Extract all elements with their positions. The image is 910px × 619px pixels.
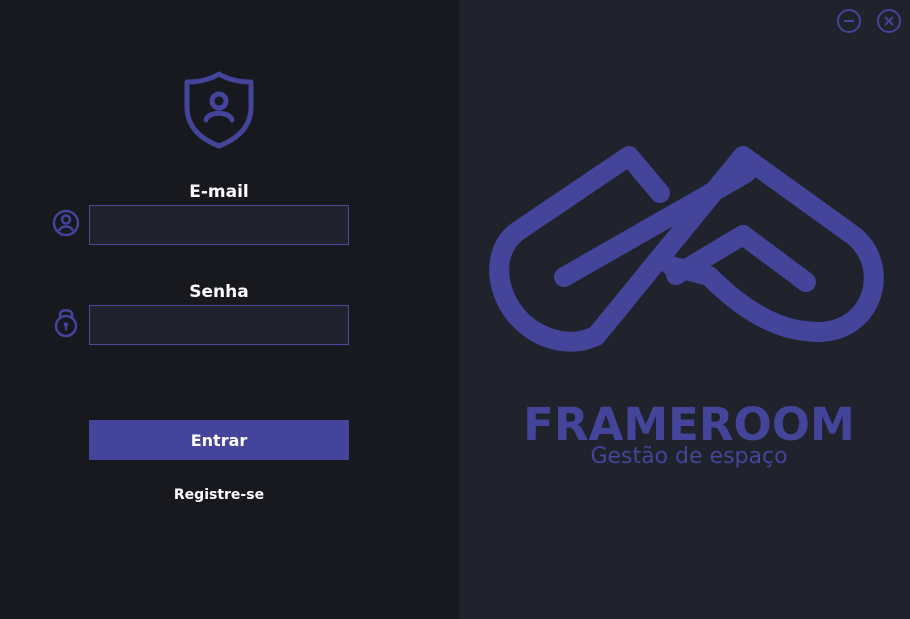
brand-tagline: Gestão de espaço [590, 444, 788, 469]
login-button[interactable]: Entrar [89, 420, 349, 460]
shield-user-icon [184, 71, 254, 149]
minimize-icon[interactable] [836, 8, 862, 34]
close-icon[interactable] [876, 8, 902, 34]
email-label: E-mail [189, 182, 249, 202]
password-input[interactable] [89, 305, 349, 345]
login-panel: E-mail Senha Entrar Registre-se [0, 0, 459, 619]
email-input[interactable] [89, 205, 349, 245]
register-link[interactable]: Registre-se [89, 487, 349, 503]
password-label: Senha [189, 282, 249, 302]
lock-icon [54, 309, 78, 337]
user-circle-icon [52, 209, 80, 237]
frameroom-logo-icon [489, 146, 884, 352]
